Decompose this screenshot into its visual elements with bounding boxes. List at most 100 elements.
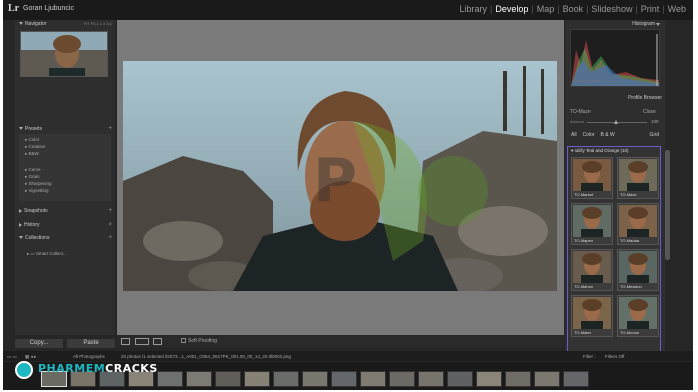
profile-thumb[interactable]: TO-Maze [617, 157, 659, 199]
preset-group-color[interactable]: ▸ Color [19, 136, 111, 143]
filmstrip-thumb[interactable] [331, 371, 357, 387]
add-snapshot-icon[interactable]: + [108, 207, 112, 215]
navigator-header[interactable]: Navigator FIT FILL 1:1 3:1 [15, 20, 115, 28]
filmstrip-thumb[interactable] [534, 371, 560, 387]
filter-all[interactable]: All [568, 130, 580, 140]
grid-view-icon[interactable]: ▦ ◂ ▸ [25, 354, 36, 360]
profile-thumb[interactable]: TO-Marest [571, 157, 613, 199]
profile-thumb[interactable]: TO-Mahon [571, 249, 613, 291]
copy-button[interactable]: Copy... [15, 339, 63, 348]
filmstrip-thumb[interactable] [302, 371, 328, 387]
history-section: History × [15, 221, 115, 229]
add-collection-icon[interactable]: + [108, 234, 112, 242]
filmstrip-thumb[interactable] [505, 371, 531, 387]
navigator-preview[interactable] [20, 31, 108, 77]
preset-group-curve[interactable]: ▸ Curve [19, 166, 111, 173]
profile-thumb-label: TO-Maze [620, 192, 637, 197]
history-title: History [24, 222, 40, 228]
module-library[interactable]: Library [456, 4, 490, 14]
module-develop[interactable]: Develop [492, 4, 531, 14]
profile-browser-title: Profile Browser [628, 95, 662, 101]
watermark-logo-icon [15, 361, 33, 379]
profile-thumb-label: TO-Madaa [620, 238, 640, 243]
filmstrip-thumb[interactable] [360, 371, 386, 387]
module-print[interactable]: Print [638, 4, 663, 14]
filmstrip-thumb[interactable] [389, 371, 415, 387]
second-window-icon[interactable]: ▭ ▭ [7, 354, 17, 360]
preset-group-sharpening[interactable]: ▸ Sharpening [19, 180, 111, 187]
filmstrip-thumb[interactable] [157, 371, 183, 387]
profile-thumb-image [573, 159, 611, 191]
filmstrip-thumb[interactable] [244, 371, 270, 387]
soft-proofing-label: Soft Proofing [188, 338, 217, 344]
loupe-view-icon[interactable] [121, 338, 130, 345]
collection-item[interactable]: ▸ ▭ Smart Collect... [15, 250, 115, 258]
module-map[interactable]: Map [534, 4, 558, 14]
profile-thumb[interactable]: TO-Mooue [617, 295, 659, 337]
snapshots-header[interactable]: Snapshots + [15, 207, 115, 215]
presets-title: Presets [25, 126, 42, 132]
clear-history-icon[interactable]: × [108, 221, 112, 229]
profile-thumb[interactable]: TO-Madaa [617, 203, 659, 245]
filmstrip-thumb[interactable] [563, 371, 589, 387]
preset-group-vignetting[interactable]: ▸ Vignetting [19, 187, 111, 194]
filter-dropdown[interactable]: Filters Off [605, 354, 624, 359]
profile-thumb-label: TO-Mapen [574, 238, 594, 243]
soft-proofing-checkbox[interactable] [181, 338, 186, 344]
source-label[interactable]: All Photographs [73, 354, 105, 359]
collections-section: Collections + ▸ ▭ Smart Collect... [15, 234, 115, 258]
left-panel: Navigator FIT FILL 1:1 3:1 Presets + ▸ C… [15, 20, 115, 335]
image-canvas[interactable]: P [117, 20, 564, 335]
collapse-triangle-icon [656, 23, 660, 26]
profile-browser-close[interactable]: Close [643, 109, 656, 115]
presets-list: ▸ Color ▸ Creative ▸ B&W ▸ Curve ▸ Grain… [19, 134, 111, 201]
filmstrip-thumb[interactable] [186, 371, 212, 387]
profile-thumb-label: TO-Marest [574, 192, 594, 197]
preset-group-bw[interactable]: ▸ B&W [19, 150, 111, 157]
profile-thumb[interactable]: TO-Mapen [571, 203, 613, 245]
before-after-icon[interactable] [135, 338, 149, 345]
profile-browser-header[interactable]: Profile Browser [565, 94, 665, 102]
filmstrip-thumb[interactable] [447, 371, 473, 387]
paste-button[interactable]: Paste [67, 339, 115, 348]
expand-triangle-icon [19, 222, 22, 227]
collections-header[interactable]: Collections + [15, 234, 115, 242]
profile-thumb[interactable]: TO-Mession [617, 249, 659, 291]
history-header[interactable]: History × [15, 221, 115, 229]
filter-color[interactable]: Color [580, 130, 598, 140]
presets-section: Presets + ▸ Color ▸ Creative ▸ B&W ▸ Cur… [15, 125, 115, 202]
profile-group-header[interactable]: ▾ Iuliify Teal and Orange (10) [568, 147, 660, 155]
histogram[interactable]: Original Photo [570, 29, 660, 87]
right-panel: Histogram Original Photo Profile Browser… [565, 20, 665, 355]
filmstrip-thumb[interactable] [273, 371, 299, 387]
module-book[interactable]: Book [560, 4, 587, 14]
navigator-zoom-options[interactable]: FIT FILL 1:1 3:1 [84, 20, 112, 28]
amount-slider-knob[interactable] [614, 120, 618, 124]
lightroom-logo: Lr [8, 3, 20, 14]
view-grid[interactable]: Grid [647, 130, 662, 140]
amount-value[interactable]: 100 [651, 119, 659, 124]
presets-header[interactable]: Presets + [15, 125, 115, 133]
filter-bw[interactable]: B & W [598, 130, 618, 140]
add-preset-icon[interactable]: + [108, 125, 112, 133]
profile-filter-tabs: All Color B & W Grid [568, 130, 662, 140]
filter-label: Filter : [583, 354, 596, 359]
histogram-header[interactable]: Histogram [565, 20, 665, 28]
filmstrip-thumb[interactable] [215, 371, 241, 387]
module-web[interactable]: Web [665, 4, 689, 14]
profile-thumb-image [573, 205, 611, 237]
soft-proofing-toggle[interactable]: Soft Proofing [181, 338, 217, 344]
snapshots-title: Snapshots [24, 208, 48, 214]
view-options-icon[interactable] [153, 338, 162, 345]
navigator-title: Navigator [25, 21, 47, 27]
module-slideshow[interactable]: Slideshow [588, 4, 635, 14]
user-name[interactable]: Goran Ljubuncic [23, 5, 74, 12]
filmstrip-thumb[interactable] [476, 371, 502, 387]
preset-group-creative[interactable]: ▸ Creative [19, 143, 111, 150]
preset-group-grain[interactable]: ▸ Grain [19, 173, 111, 180]
profile-thumb[interactable]: TO-Mater [571, 295, 613, 337]
right-panel-scrollbar[interactable] [665, 150, 670, 260]
main-photo[interactable]: P [123, 61, 557, 291]
filmstrip-thumb[interactable] [418, 371, 444, 387]
profile-group-title: Iuliify Teal and Orange (10) [574, 148, 629, 153]
